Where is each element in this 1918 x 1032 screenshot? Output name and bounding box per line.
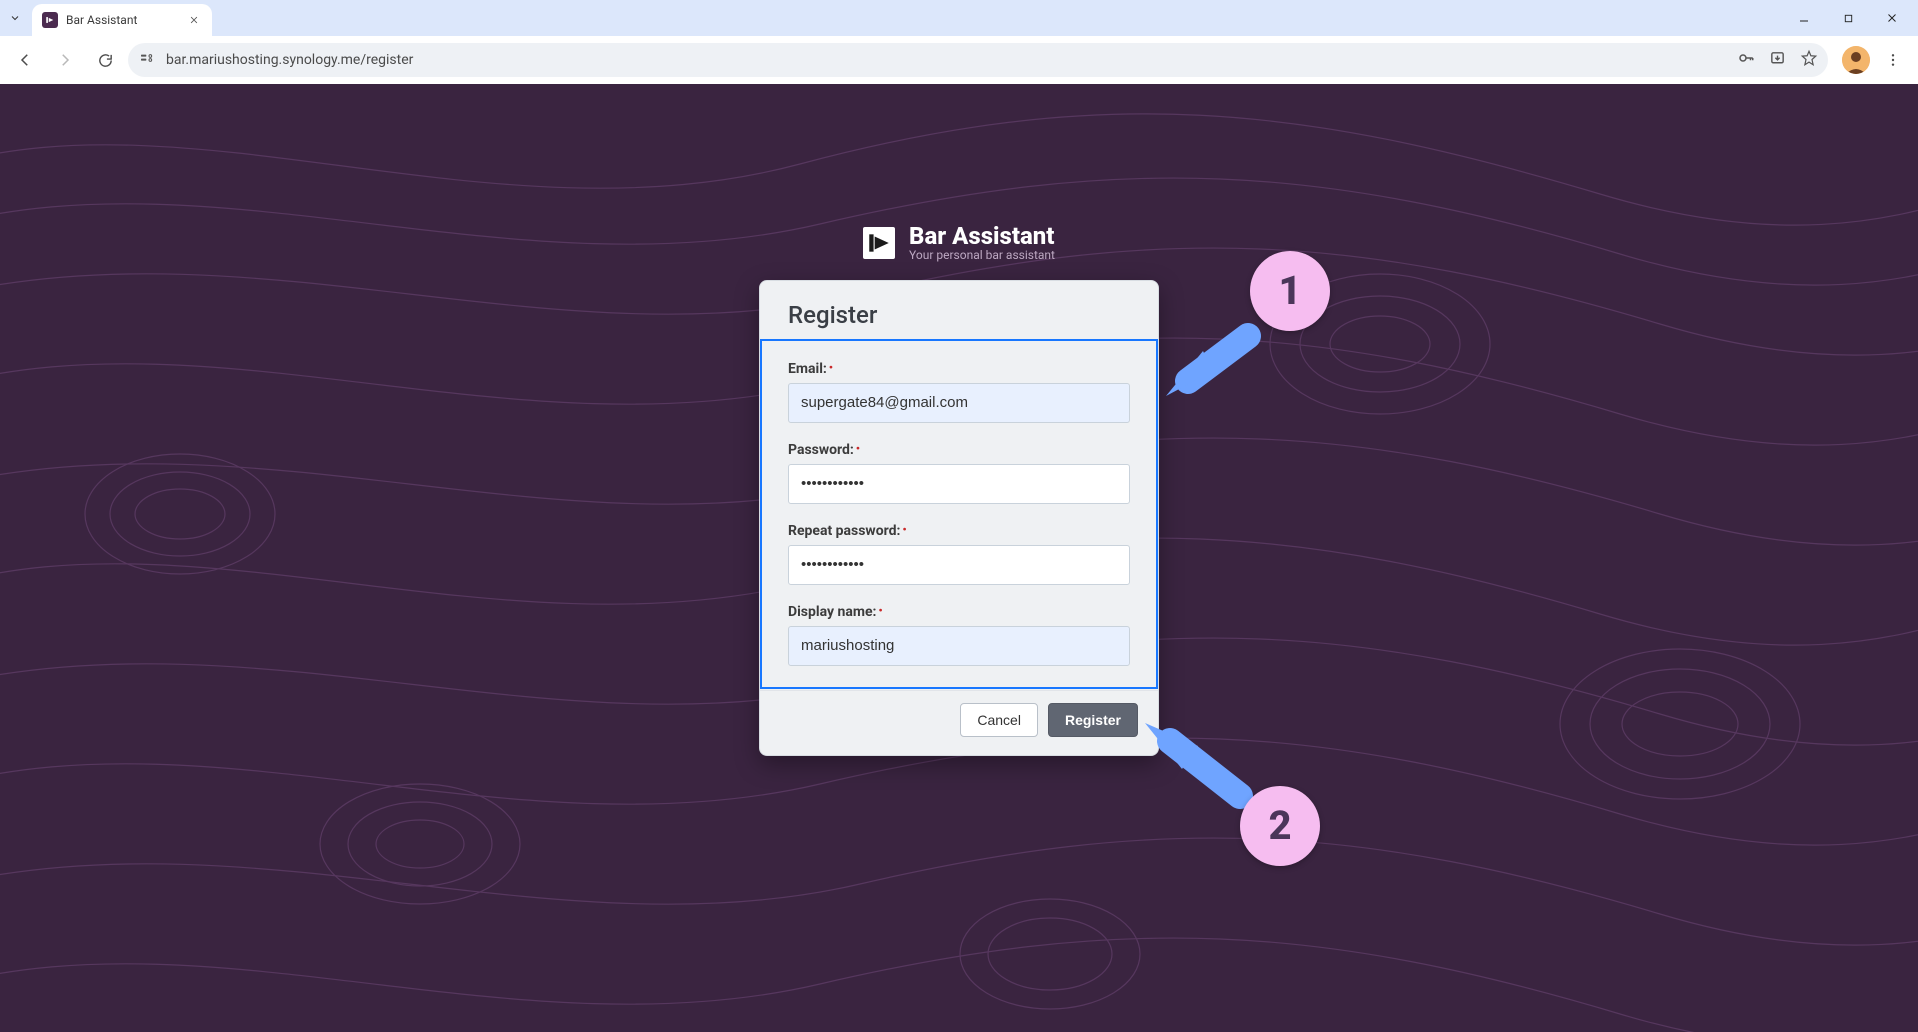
browser-tab[interactable]: Bar Assistant: [32, 4, 212, 36]
tab-search-dropdown[interactable]: [0, 0, 30, 36]
address-bar[interactable]: bar.mariushosting.synology.me/register: [128, 43, 1828, 77]
annotation-badge-1: 1: [1250, 251, 1330, 331]
email-label: Email:•: [788, 361, 833, 377]
window-maximize-icon[interactable]: [1826, 3, 1870, 33]
annotation-badge-2: 2: [1240, 786, 1320, 866]
brand-subtitle: Your personal bar assistant: [909, 249, 1055, 262]
password-field[interactable]: [788, 464, 1130, 504]
tab-close-icon[interactable]: [186, 12, 202, 28]
register-button[interactable]: Register: [1048, 703, 1138, 737]
brand-logo-icon: [863, 227, 895, 259]
repeat-password-label: Repeat password:•: [788, 523, 907, 539]
cancel-button[interactable]: Cancel: [960, 703, 1038, 737]
browser-toolbar: bar.mariushosting.synology.me/register: [0, 36, 1918, 84]
register-card: Register Email:• Password:•: [759, 280, 1159, 756]
annotation-arrow-2: [1140, 711, 1340, 855]
display-name-label: Display name:•: [788, 604, 883, 620]
tab-title: Bar Assistant: [66, 13, 178, 27]
nav-back-icon[interactable]: [8, 43, 42, 77]
window-controls: [1782, 0, 1914, 36]
nav-reload-icon[interactable]: [88, 43, 122, 77]
brand-header: Bar Assistant Your personal bar assistan…: [863, 224, 1055, 262]
browser-menu-icon[interactable]: [1876, 43, 1910, 77]
window-minimize-icon[interactable]: [1782, 3, 1826, 33]
password-key-icon[interactable]: [1737, 49, 1755, 71]
window-close-icon[interactable]: [1870, 3, 1914, 33]
address-url: bar.mariushosting.synology.me/register: [166, 52, 1727, 68]
bookmark-star-icon[interactable]: [1800, 49, 1818, 71]
site-settings-icon[interactable]: [138, 51, 156, 69]
page-content: Bar Assistant Your personal bar assistan…: [0, 84, 1918, 1032]
annotation-arrow-1: [1158, 301, 1338, 425]
form-heading: Register: [788, 301, 1130, 329]
brand-title: Bar Assistant: [909, 224, 1055, 249]
email-field[interactable]: [788, 383, 1130, 423]
tab-favicon: [42, 12, 58, 28]
display-name-field[interactable]: [788, 626, 1130, 666]
password-label: Password:•: [788, 442, 860, 458]
browser-titlebar: Bar Assistant: [0, 0, 1918, 36]
repeat-password-field[interactable]: [788, 545, 1130, 585]
install-app-icon[interactable]: [1769, 50, 1786, 71]
profile-avatar[interactable]: [1842, 46, 1870, 74]
nav-forward-icon[interactable]: [48, 43, 82, 77]
